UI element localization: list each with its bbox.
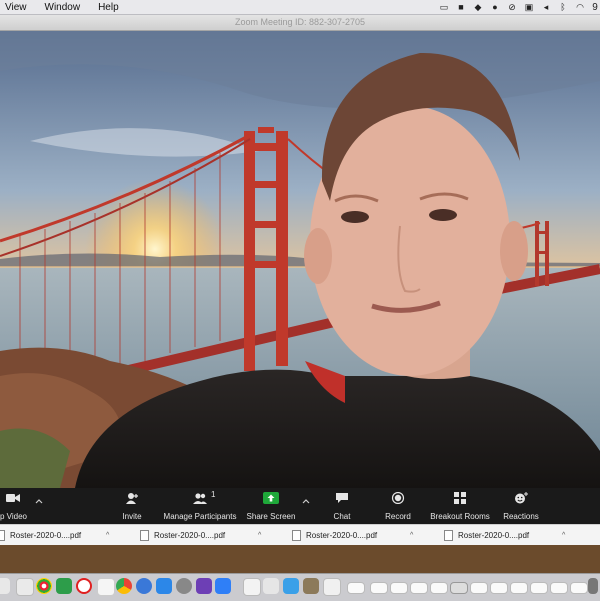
manage-participants-button[interactable]: 1 Manage Participants <box>160 488 240 524</box>
wifi-icon[interactable]: ◠ <box>575 2 585 12</box>
star-app-icon[interactable] <box>196 578 212 594</box>
display-icon[interactable]: ▭ <box>439 2 449 12</box>
share-options-chevron-icon[interactable] <box>302 498 310 506</box>
chat-button[interactable]: Chat <box>326 488 358 524</box>
breakout-rooms-label: Breakout Rooms <box>430 512 490 521</box>
reactions-button[interactable]: Reactions <box>500 488 542 524</box>
stop-video-button[interactable]: p Video <box>0 488 27 524</box>
no-entry-icon[interactable] <box>76 578 92 594</box>
add-person-icon <box>126 493 138 504</box>
share-screen-label: Share Screen <box>246 512 296 521</box>
bluetooth-icon[interactable]: ⊘ <box>507 2 517 12</box>
chevron-up-icon[interactable]: ^ <box>106 532 109 539</box>
airplay-icon[interactable]: ▣ <box>524 2 534 12</box>
breakout-rooms-button[interactable]: Breakout Rooms <box>428 488 492 524</box>
video-feed <box>0 31 600 488</box>
record-label: Record <box>385 512 411 521</box>
record-button[interactable]: Record <box>380 488 416 524</box>
invite-button[interactable]: Invite <box>112 488 152 524</box>
menu-extras: ▭ ■ ◆ ● ⊘ ▣ ◂ ᛒ ◠ 9 <box>439 0 600 14</box>
window-title: Zoom Meeting ID: 882-307-2705 <box>0 15 600 31</box>
reactions-label: Reactions <box>503 512 539 521</box>
reminders-icon[interactable] <box>97 578 115 596</box>
download-filename: Roster-2020-0....pdf <box>458 530 530 540</box>
smiley-icon <box>515 492 528 504</box>
chrome-icon[interactable] <box>116 578 132 594</box>
minimized-window-icon[interactable] <box>470 582 488 594</box>
record-icon <box>391 492 405 504</box>
document-icon[interactable] <box>243 578 261 596</box>
dropbox-icon[interactable]: ◆ <box>473 2 483 12</box>
pdf-file-icon <box>0 529 5 541</box>
minimized-window-icon[interactable] <box>410 582 428 594</box>
photos-icon[interactable] <box>36 578 52 594</box>
notes-icon[interactable] <box>263 578 279 594</box>
virtual-background <box>0 31 600 488</box>
system-preferences-icon[interactable] <box>176 578 192 594</box>
minimized-window-icon[interactable] <box>530 582 548 594</box>
finder-icon[interactable] <box>0 578 10 594</box>
creative-cloud-icon[interactable]: ● <box>490 2 500 12</box>
minimized-window-icon[interactable] <box>570 582 588 594</box>
downloads-bar: Roster-2020-0....pdf ^ Roster-2020-0....… <box>0 524 600 546</box>
menu-view[interactable]: View <box>5 2 27 13</box>
share-screen-button[interactable]: Share Screen <box>244 488 298 524</box>
chevron-up-icon[interactable]: ^ <box>410 532 413 539</box>
safari-icon[interactable] <box>136 578 152 594</box>
chart-app-icon[interactable] <box>323 578 341 596</box>
participants-icon <box>193 493 207 504</box>
download-item[interactable]: Roster-2020-0....pdf ^ <box>292 525 432 545</box>
bluetooth-symbol-icon[interactable]: ᛒ <box>558 2 568 12</box>
minimized-window-icon[interactable] <box>550 582 568 594</box>
download-filename: Roster-2020-0....pdf <box>10 530 82 540</box>
menu-bar: View Window Help ▭ ■ ◆ ● ⊘ ▣ ◂ ᛒ ◠ 9 <box>0 0 600 15</box>
preview-icon[interactable] <box>16 578 34 596</box>
archive-icon[interactable] <box>303 578 319 594</box>
meeting-toolbar: p Video Invite 1 Manage Participants Sha… <box>0 488 600 524</box>
volume-icon[interactable]: ◂ <box>541 2 551 12</box>
menu-help[interactable]: Help <box>98 2 119 13</box>
camera-icon[interactable]: ■ <box>456 2 466 12</box>
minimized-window-icon[interactable] <box>450 582 468 594</box>
app-store-icon[interactable] <box>156 578 172 594</box>
video-camera-icon <box>6 494 20 502</box>
stop-video-label: p Video <box>0 512 27 521</box>
clock-text: 9 <box>592 1 598 13</box>
pdf-file-icon <box>444 529 453 541</box>
minimized-window-icon[interactable] <box>430 582 448 594</box>
chevron-up-icon[interactable]: ^ <box>258 532 261 539</box>
download-item[interactable]: Roster-2020-0....pdf ^ <box>0 525 120 545</box>
facetime-icon[interactable] <box>283 578 299 594</box>
invite-label: Invite <box>122 512 142 521</box>
menu-window[interactable]: Window <box>45 2 81 13</box>
video-options-chevron-icon[interactable] <box>35 498 43 506</box>
participants-count: 1 <box>211 490 216 499</box>
download-filename: Roster-2020-0....pdf <box>154 530 226 540</box>
minimized-window-icon[interactable] <box>347 582 365 594</box>
chat-label: Chat <box>333 512 351 521</box>
download-item[interactable]: Roster-2020-0....pdf ^ <box>140 525 280 545</box>
trash-icon[interactable] <box>588 578 598 594</box>
minimized-window-icon[interactable] <box>490 582 508 594</box>
zoom-icon[interactable] <box>215 578 231 594</box>
chat-bubble-icon <box>336 493 348 503</box>
download-filename: Roster-2020-0....pdf <box>306 530 378 540</box>
desktop-wallpaper <box>0 545 600 573</box>
pdf-file-icon <box>140 529 149 541</box>
pdf-file-icon <box>292 529 301 541</box>
dock <box>0 573 600 601</box>
share-screen-icon <box>263 492 279 504</box>
download-item[interactable]: Roster-2020-0....pdf ^ <box>444 525 584 545</box>
messages-icon[interactable] <box>56 578 72 594</box>
minimized-window-icon[interactable] <box>510 582 528 594</box>
manage-participants-label: Manage Participants <box>163 512 237 521</box>
chevron-up-icon[interactable]: ^ <box>562 532 565 539</box>
minimized-window-icon[interactable] <box>370 582 388 594</box>
minimized-window-icon[interactable] <box>390 582 408 594</box>
breakout-rooms-icon <box>454 492 466 504</box>
